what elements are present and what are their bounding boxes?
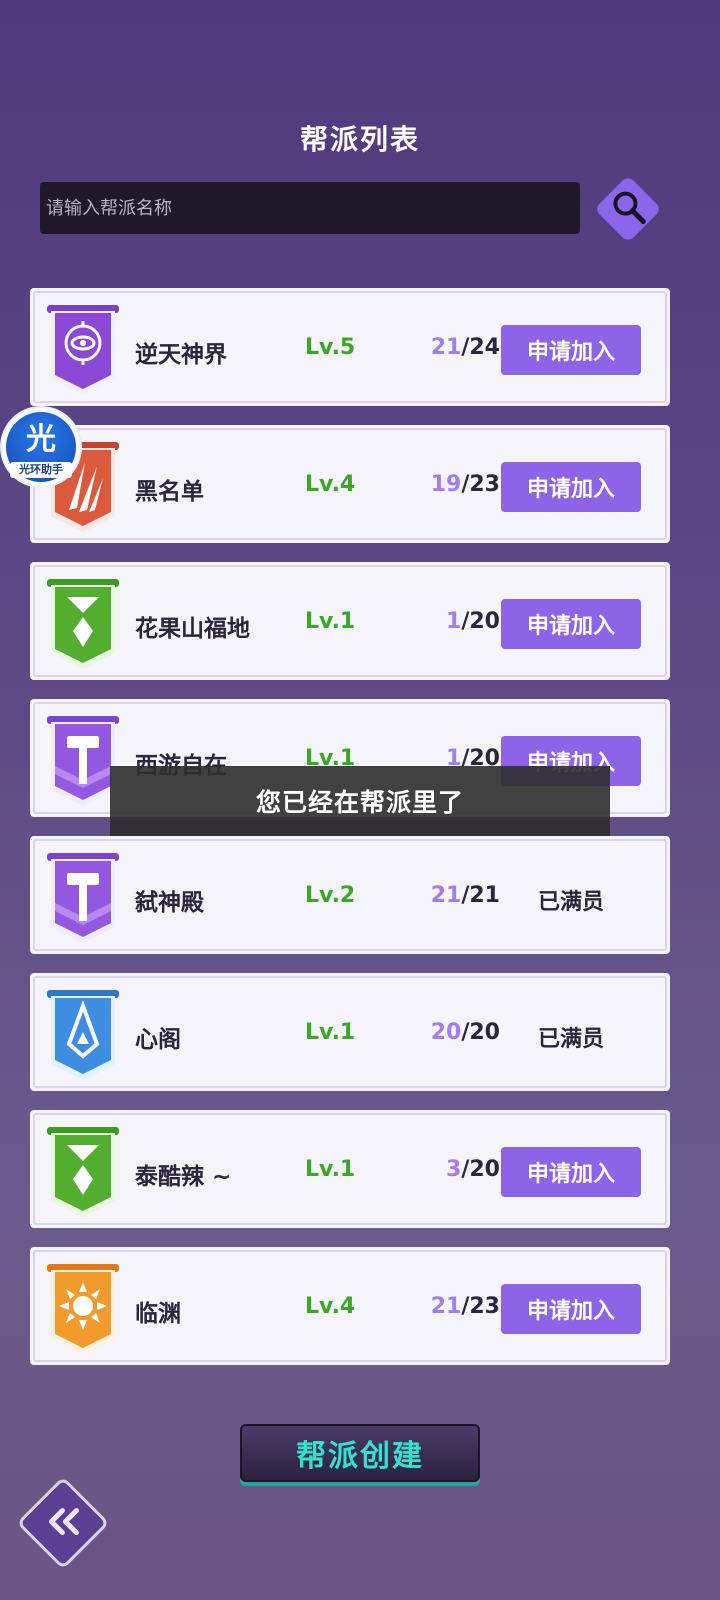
member-current: 1 bbox=[446, 609, 462, 634]
green-diamond-emblem-icon bbox=[47, 1127, 119, 1217]
guild-row: 泰酷辣 ~ Lv.1 3/20 申请加入 bbox=[30, 1110, 670, 1228]
guild-member-count: 19/23 bbox=[375, 472, 500, 497]
member-current: 21 bbox=[430, 883, 462, 908]
guild-row: 心阁 Lv.1 20/20 已满员 bbox=[30, 973, 670, 1091]
guild-level: Lv.4 bbox=[305, 1294, 356, 1319]
guild-member-count: 20/20 bbox=[375, 1020, 500, 1045]
guild-row: 临渊 Lv.4 21/23 申请加入 bbox=[30, 1247, 670, 1365]
guild-name: 黑名单 bbox=[135, 479, 204, 505]
guild-name: 心阁 bbox=[135, 1027, 181, 1053]
guild-row: 弑神殿 Lv.2 21/21 已满员 bbox=[30, 836, 670, 954]
guild-level: Lv.4 bbox=[305, 472, 356, 497]
member-max: /20 bbox=[461, 1157, 500, 1182]
page-title: 帮派列表 bbox=[299, 123, 420, 156]
member-max: /20 bbox=[461, 1020, 500, 1045]
guild-level: Lv.1 bbox=[305, 1157, 356, 1182]
member-current: 20 bbox=[430, 1020, 462, 1045]
member-current: 3 bbox=[446, 1157, 462, 1182]
guild-level: Lv.5 bbox=[305, 335, 356, 360]
toast-message: 您已经在帮派里了 bbox=[110, 766, 610, 836]
guild-level: Lv.1 bbox=[305, 609, 356, 634]
apply-join-button[interactable]: 申请加入 bbox=[501, 599, 641, 649]
guild-member-count: 21/21 bbox=[375, 883, 500, 908]
create-guild-button[interactable]: 帮派创建 bbox=[240, 1424, 480, 1482]
search-icon bbox=[600, 181, 657, 238]
member-current: 19 bbox=[430, 472, 462, 497]
green-diamond-emblem-icon bbox=[47, 579, 119, 669]
guild-member-count: 3/20 bbox=[375, 1157, 500, 1182]
member-max: /21 bbox=[461, 883, 500, 908]
purple-eye-emblem-icon bbox=[47, 305, 119, 395]
apply-join-button[interactable]: 申请加入 bbox=[501, 1284, 641, 1334]
guild-name: 临渊 bbox=[135, 1301, 181, 1327]
back-button[interactable] bbox=[16, 1476, 110, 1570]
guild-full-status: 已满员 bbox=[537, 890, 604, 915]
guild-row: 花果山福地 Lv.1 1/20 申请加入 bbox=[30, 562, 670, 680]
member-max: /24 bbox=[461, 335, 500, 360]
guild-name: 花果山福地 bbox=[135, 616, 250, 642]
member-current: 21 bbox=[430, 1294, 462, 1319]
guild-full-status: 已满员 bbox=[537, 1027, 604, 1052]
member-max: /20 bbox=[461, 609, 500, 634]
guild-member-count: 21/24 bbox=[375, 335, 500, 360]
guild-member-count: 1/20 bbox=[375, 609, 500, 634]
orange-sun-emblem-icon bbox=[47, 1264, 119, 1354]
purple-hammer-emblem-icon bbox=[47, 853, 119, 943]
member-max: /23 bbox=[461, 472, 500, 497]
blue-crystal-emblem-icon bbox=[47, 990, 119, 1080]
guild-name: 逆天神界 bbox=[135, 342, 227, 368]
guild-row: 黑名单 Lv.4 19/23 申请加入 bbox=[30, 425, 670, 543]
guild-row: 逆天神界 Lv.5 21/24 申请加入 bbox=[30, 288, 670, 406]
member-max: /23 bbox=[461, 1294, 500, 1319]
guild-name: 泰酷辣 ~ bbox=[135, 1164, 232, 1190]
guild-level: Lv.1 bbox=[305, 1020, 356, 1045]
search-button[interactable] bbox=[594, 175, 662, 243]
guild-member-count: 21/23 bbox=[375, 1294, 500, 1319]
double-chevron-left-icon bbox=[37, 1497, 89, 1549]
apply-join-button[interactable]: 申请加入 bbox=[501, 325, 641, 375]
assistant-glyph: 光 bbox=[26, 422, 56, 457]
floating-assistant-button[interactable]: 光 光环助手 bbox=[2, 408, 80, 486]
assistant-caption: 光环助手 bbox=[10, 462, 72, 478]
guild-name: 弑神殿 bbox=[135, 890, 204, 916]
guild-search-input[interactable] bbox=[40, 182, 580, 234]
member-current: 21 bbox=[430, 335, 462, 360]
guild-level: Lv.2 bbox=[305, 883, 356, 908]
apply-join-button[interactable]: 申请加入 bbox=[501, 1147, 641, 1197]
apply-join-button[interactable]: 申请加入 bbox=[501, 462, 641, 512]
